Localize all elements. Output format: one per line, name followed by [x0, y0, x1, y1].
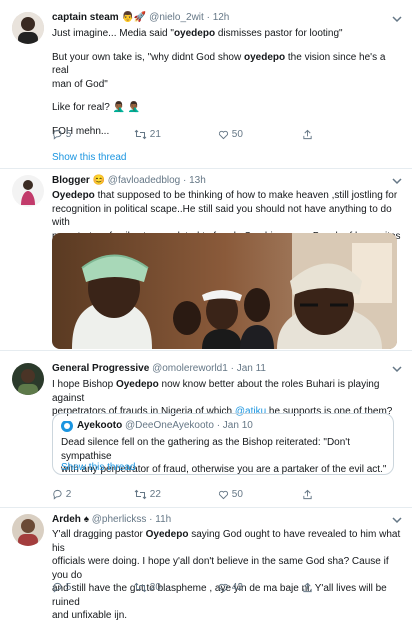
reply-icon: [53, 489, 62, 500]
author-name[interactable]: Ardeh: [52, 514, 81, 525]
chevron-down-icon[interactable]: [392, 517, 402, 524]
author-handle[interactable]: @favloadedblog: [108, 175, 180, 186]
reply-button[interactable]: 5: [52, 582, 71, 593]
tweet-header: captain steam 👨🚀 @nielo_2wit · 12h: [52, 12, 230, 23]
reply-button[interactable]: 2: [52, 489, 71, 500]
avatar[interactable]: [12, 514, 44, 546]
show-thread-link[interactable]: Show this thread: [52, 152, 127, 163]
retweet-icon: [134, 129, 147, 140]
chevron-down-icon[interactable]: [392, 178, 402, 185]
like-button[interactable]: 50: [218, 129, 243, 140]
author-name[interactable]: General Progressive: [52, 363, 149, 374]
like-icon: [218, 490, 229, 500]
like-icon: [218, 583, 229, 593]
share-icon: [303, 489, 312, 500]
retweet-button[interactable]: 21: [134, 129, 161, 140]
reply-icon: [53, 582, 62, 593]
tweet-text: Just imagine... Media said "oyedepo dism…: [52, 28, 386, 137]
share-icon: [303, 129, 312, 140]
tweet-time[interactable]: 13h: [189, 175, 206, 186]
tweet-header: Blogger 😊 @favloadedblog · 13h: [52, 175, 206, 186]
tweet-text: Y'all dragging pastor Oyedepo saying God…: [52, 529, 401, 621]
retweet-button[interactable]: 20: [134, 582, 161, 593]
quote-time: Jan 10: [222, 420, 253, 431]
like-icon: [218, 130, 229, 140]
like-button[interactable]: 50: [218, 489, 243, 500]
author-handle[interactable]: @omolereworld1: [152, 363, 228, 374]
chevron-down-icon[interactable]: [392, 16, 402, 23]
author-name[interactable]: captain steam: [52, 12, 119, 23]
reply-button[interactable]: 5: [52, 129, 71, 140]
quoted-tweet[interactable]: Ayekooto @DeeOneAyekooto · Jan 10 Dead s…: [52, 413, 394, 475]
share-button[interactable]: [302, 582, 313, 593]
avatar[interactable]: [12, 12, 44, 44]
author-emoji: 😊: [92, 175, 106, 186]
tweet-photo[interactable]: [52, 233, 397, 349]
avatar[interactable]: [12, 363, 44, 395]
author-name[interactable]: Blogger: [52, 175, 90, 186]
reply-icon: [53, 129, 62, 140]
share-button[interactable]: [302, 129, 313, 140]
tweet-actions: 5 20 42: [52, 582, 352, 596]
author-handle[interactable]: @pherlickss: [92, 514, 147, 525]
share-button[interactable]: [302, 489, 313, 500]
author-handle[interactable]: @nielo_2wit: [149, 12, 204, 23]
tweet-time[interactable]: Jan 11: [237, 363, 266, 374]
quote-author-handle: @DeeOneAyekooto: [124, 420, 214, 431]
quote-author-name: Ayekooto: [77, 420, 123, 431]
show-thread-link[interactable]: Show this thread: [61, 462, 136, 473]
tweet-header: Ardeh ♠ @pherlickss · 11h: [52, 514, 172, 525]
share-icon: [303, 582, 312, 593]
tweet-header: General Progressive @omolereworld1 · Jan…: [52, 363, 266, 374]
author-emoji: 👨🚀: [121, 12, 147, 23]
tweet-1[interactable]: captain steam 👨🚀 @nielo_2wit · 12h Just …: [0, 0, 412, 170]
tweet-2[interactable]: Blogger 😊 @favloadedblog · 13h Oyedepo t…: [0, 169, 412, 350]
avatar[interactable]: [12, 175, 44, 207]
author-emoji: ♠: [83, 514, 89, 525]
tweet-actions: 2 22 50: [52, 489, 352, 503]
chevron-down-icon[interactable]: [392, 366, 402, 373]
tweet-actions: 5 21 50: [52, 129, 352, 143]
quote-header: Ayekooto @DeeOneAyekooto · Jan 10: [77, 420, 253, 431]
like-button[interactable]: 42: [218, 582, 243, 593]
avatar: [61, 420, 73, 432]
retweet-button[interactable]: 22: [134, 489, 161, 500]
retweet-icon: [134, 582, 147, 593]
tweet-time[interactable]: 11h: [155, 514, 171, 525]
tweet-time[interactable]: 12h: [213, 12, 230, 23]
retweet-icon: [134, 489, 147, 500]
tweet-4[interactable]: Ardeh ♠ @pherlickss · 11h Y'all dragging…: [0, 508, 412, 621]
tweet-3[interactable]: General Progressive @omolereworld1 · Jan…: [0, 351, 412, 507]
